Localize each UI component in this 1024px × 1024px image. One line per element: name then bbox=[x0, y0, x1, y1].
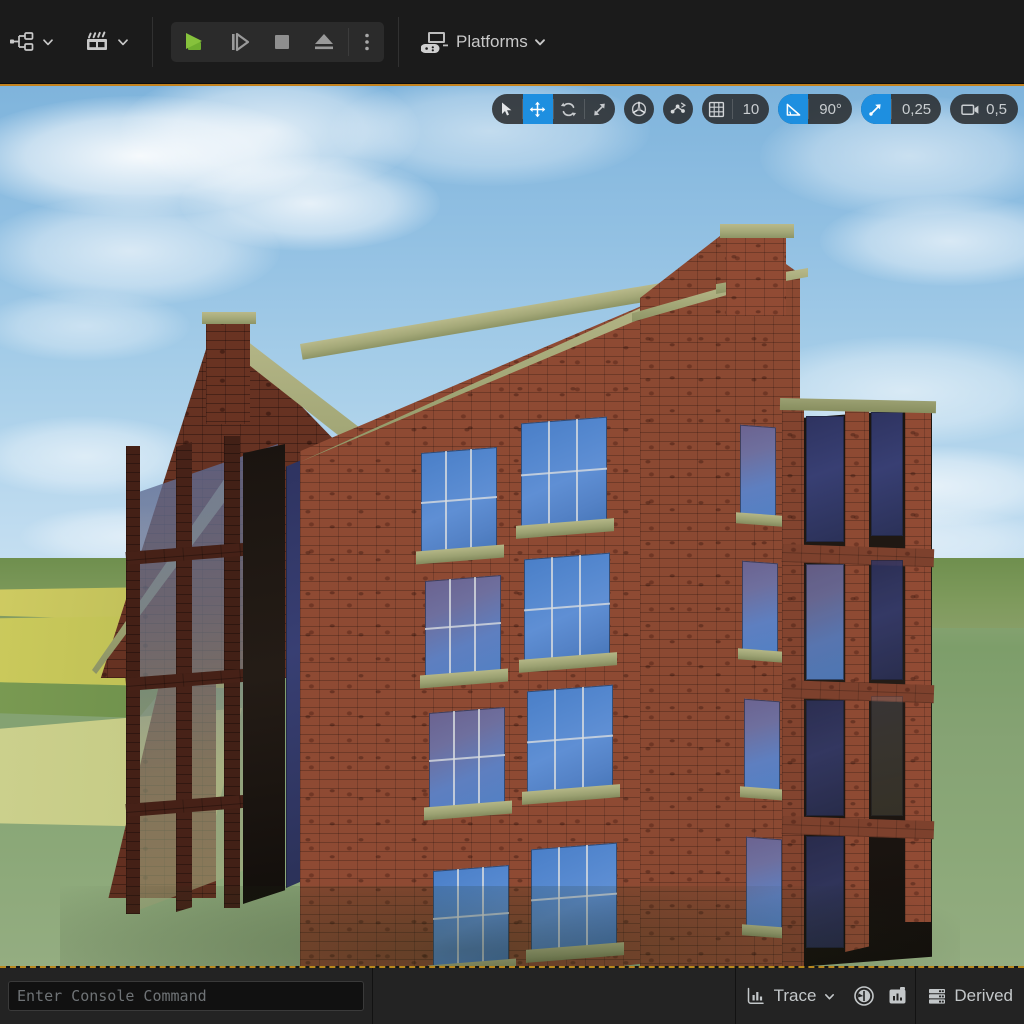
camera-icon bbox=[961, 103, 979, 115]
play-controls-divider bbox=[348, 27, 349, 56]
building-ground-shadow bbox=[60, 886, 960, 966]
scale-snap-value[interactable]: 0,25 bbox=[892, 94, 941, 124]
right-chimney-cap bbox=[720, 224, 794, 238]
blueprint-button[interactable] bbox=[2, 25, 63, 59]
stop-icon bbox=[275, 34, 289, 49]
cinematics-button[interactable] bbox=[77, 25, 138, 59]
memory-snapshot-icon bbox=[889, 987, 906, 1004]
right-wall-window bbox=[744, 698, 780, 794]
stop-button[interactable] bbox=[261, 25, 303, 59]
eject-button[interactable] bbox=[303, 25, 345, 59]
toolbar-divider-2 bbox=[398, 16, 399, 67]
right-wall-window bbox=[742, 560, 778, 656]
eject-icon bbox=[315, 33, 333, 49]
grid-snap-group: 10 bbox=[701, 94, 770, 124]
status-spacer bbox=[373, 968, 735, 1024]
facade-window bbox=[521, 416, 607, 532]
right-wing-glass-panel bbox=[806, 700, 844, 816]
facade-window bbox=[425, 575, 501, 681]
gamepad-monitor-icon bbox=[421, 31, 448, 53]
toolbar-divider bbox=[152, 16, 153, 67]
performance-stats-button[interactable] bbox=[847, 968, 881, 1024]
right-wing-pier bbox=[905, 402, 931, 922]
left-chimney-cap bbox=[202, 312, 256, 324]
derived-data-label: Derived bbox=[954, 986, 1013, 1005]
cinematics-clapperboard-icon bbox=[87, 31, 107, 50]
trace-chart-icon bbox=[747, 987, 764, 1004]
facade-window bbox=[421, 447, 497, 557]
facade-window bbox=[524, 552, 610, 666]
server-stack-icon bbox=[929, 989, 946, 1004]
surface-snap-button[interactable] bbox=[662, 94, 693, 124]
chevron-down-icon bbox=[534, 38, 545, 45]
play-controls-group bbox=[171, 21, 384, 62]
chevron-down-icon bbox=[43, 38, 53, 45]
chevron-down-icon bbox=[825, 993, 835, 1000]
right-wing-glass-panel bbox=[806, 564, 844, 680]
facade-window bbox=[429, 707, 505, 813]
kebab-menu-icon bbox=[365, 33, 369, 50]
move-mode-button[interactable] bbox=[522, 94, 553, 124]
cursor-arrow-icon bbox=[501, 102, 511, 116]
memory-snapshot-button[interactable] bbox=[881, 968, 915, 1024]
left-bay-opening bbox=[243, 444, 285, 904]
right-wall-window bbox=[740, 424, 776, 520]
scale-mode-button[interactable] bbox=[585, 94, 615, 124]
scale-snap-arrow-icon bbox=[869, 103, 882, 116]
facade-window bbox=[527, 684, 613, 798]
right-chimney bbox=[726, 226, 786, 316]
console-command-wrapper bbox=[0, 968, 372, 1024]
level-viewport[interactable]: 10 90° 0,25 0,5 bbox=[0, 84, 1024, 968]
chevron-down-icon bbox=[118, 38, 128, 45]
unreal-editor-window: Platforms 10 90° 0,25 0,5 Enter Console … bbox=[0, 0, 1024, 1024]
angle-snap-toggle[interactable] bbox=[778, 94, 809, 124]
toolbar-left-group bbox=[0, 0, 138, 83]
play-icon bbox=[186, 32, 202, 50]
angle-snap-value[interactable]: 90° bbox=[809, 94, 852, 124]
rotate-arrows-icon bbox=[560, 102, 577, 116]
platforms-label: Platforms bbox=[456, 31, 528, 51]
performance-gauge-icon bbox=[854, 986, 875, 1006]
grid-snap-value[interactable]: 10 bbox=[733, 94, 770, 124]
right-wing-glass-panel bbox=[806, 416, 844, 542]
camera-speed-value: 0,5 bbox=[986, 100, 1007, 118]
camera-speed-button[interactable]: 0,5 bbox=[950, 94, 1018, 124]
transform-mode-group bbox=[491, 94, 615, 124]
play-button[interactable] bbox=[173, 25, 219, 59]
main-toolbar: Platforms bbox=[0, 0, 1024, 84]
console-command-input[interactable] bbox=[8, 981, 364, 1011]
surface-snap-icon bbox=[670, 102, 686, 114]
coordinate-system-button[interactable] bbox=[623, 94, 654, 124]
move-arrows-icon bbox=[529, 101, 546, 117]
scale-snap-group: 0,25 bbox=[860, 94, 942, 124]
platforms-button[interactable]: Platforms bbox=[413, 24, 555, 60]
trace-label: Trace bbox=[773, 986, 817, 1005]
trace-button[interactable]: Trace bbox=[736, 968, 848, 1024]
select-mode-button[interactable] bbox=[492, 94, 522, 124]
play-options-button[interactable] bbox=[352, 25, 382, 59]
skip-frame-icon bbox=[232, 32, 250, 51]
derived-data-button[interactable]: Derived bbox=[916, 968, 1024, 1024]
left-chimney bbox=[206, 314, 250, 424]
grid-snap-toggle[interactable] bbox=[702, 94, 732, 124]
scale-snap-toggle[interactable] bbox=[860, 94, 891, 124]
angle-snap-group: 90° bbox=[778, 94, 852, 124]
scale-diagonal-icon bbox=[594, 103, 605, 115]
right-wing-glass-panel bbox=[871, 696, 903, 816]
skip-frame-button[interactable] bbox=[219, 25, 261, 59]
right-wing-glass-panel bbox=[871, 560, 903, 680]
right-wing-pier bbox=[845, 404, 869, 952]
blueprint-icon bbox=[10, 31, 34, 51]
grid-icon bbox=[708, 101, 725, 117]
rotate-mode-button[interactable] bbox=[554, 94, 584, 124]
status-bar: Trace bbox=[0, 968, 1024, 1024]
world-axes-cube-icon bbox=[631, 101, 646, 117]
angle-icon bbox=[786, 103, 801, 116]
viewport-toolbar: 10 90° 0,25 0,5 bbox=[491, 94, 1018, 124]
right-wing-glass-panel bbox=[871, 412, 903, 536]
